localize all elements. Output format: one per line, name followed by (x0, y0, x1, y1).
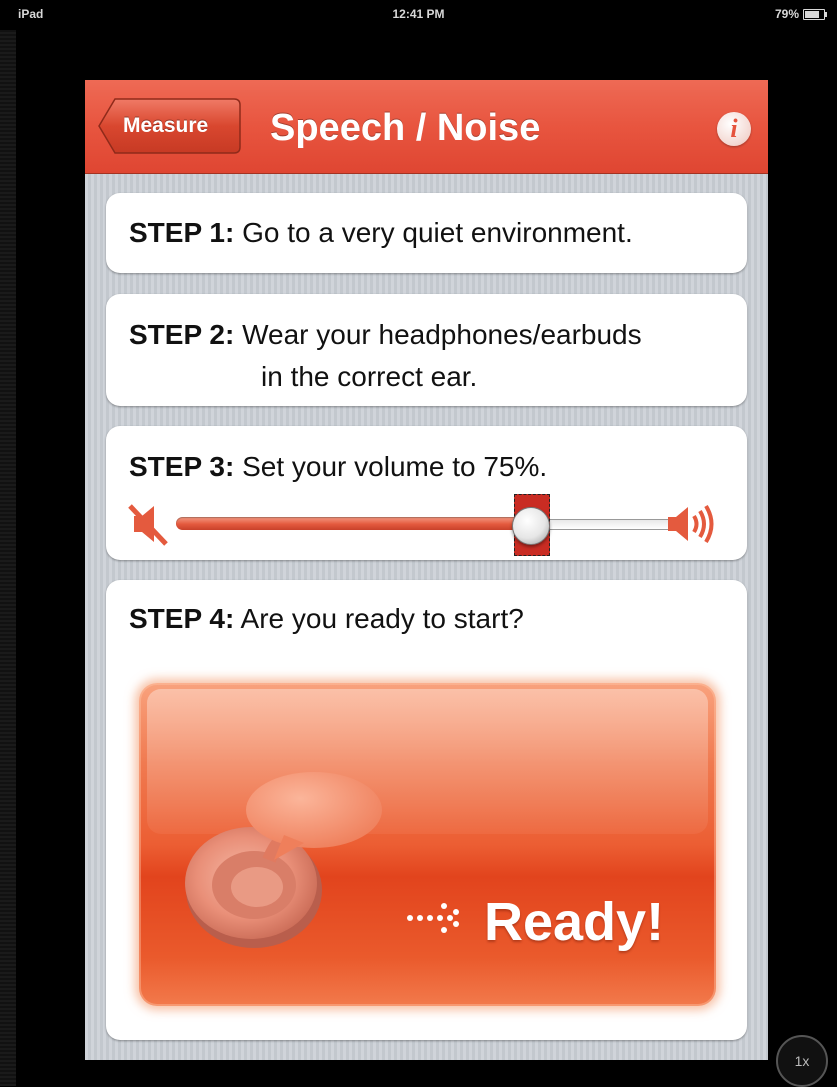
volume-track-empty (530, 519, 676, 530)
battery-indicator: 79% (774, 7, 827, 21)
step-4-label: STEP 4: (129, 603, 235, 634)
status-time: 12:41 PM (392, 7, 445, 21)
navigation-bar: Measure Speech / Noise i (85, 80, 768, 174)
ready-button-label: Ready! (484, 892, 665, 952)
step-1-text: STEP 1: Go to a very quiet environment. (129, 212, 633, 254)
battery-percent: 79% (774, 7, 799, 21)
info-icon[interactable]: i (717, 112, 751, 146)
step-4-card: STEP 4: Are you ready to start? Ready! (106, 580, 747, 1040)
side-strip (0, 30, 16, 1086)
status-bar: iPad 12:41 PM 79% (0, 0, 837, 30)
zoom-button[interactable]: 1x (776, 1035, 828, 1087)
volume-slider-thumb[interactable] (512, 507, 550, 545)
step-1-label: STEP 1: (129, 217, 235, 248)
volume-slider[interactable] (126, 494, 726, 556)
ready-button[interactable]: Ready! (139, 683, 716, 1006)
back-button-label: Measure (123, 114, 209, 137)
step-2-description-line1: Wear your headphones/earbuds (242, 319, 642, 350)
step-2-label: STEP 2: (129, 319, 235, 350)
step-1-card: STEP 1: Go to a very quiet environment. (106, 193, 747, 273)
page-title: Speech / Noise (270, 107, 541, 149)
volume-track-filled (176, 517, 530, 530)
speaker-loud-icon (668, 504, 714, 544)
speaker-muted-icon (128, 504, 168, 546)
earbud-speech-icon (185, 772, 382, 948)
step-4-text: STEP 4: Are you ready to start? (129, 598, 524, 640)
step-2-description-line2: in the correct ear. (261, 361, 478, 392)
app-window: Measure Speech / Noise i STEP 1: Go to a… (85, 80, 768, 1060)
step-3-card: STEP 3: Set your volume to 75%. (106, 426, 747, 560)
step-1-description: Go to a very quiet environment. (242, 217, 633, 248)
step-3-description: Set your volume to 75%. (242, 451, 548, 482)
step-2-card: STEP 2: Wear your headphones/earbuds in … (106, 294, 747, 406)
step-4-description: Are you ready to start? (240, 603, 524, 634)
step-2-text: STEP 2: Wear your headphones/earbuds in … (129, 314, 642, 398)
arrow-right-icon (407, 903, 459, 933)
step-3-text: STEP 3: Set your volume to 75%. (129, 446, 547, 488)
battery-icon (803, 8, 827, 20)
step-3-label: STEP 3: (129, 451, 235, 482)
back-button[interactable]: Measure (97, 97, 242, 155)
